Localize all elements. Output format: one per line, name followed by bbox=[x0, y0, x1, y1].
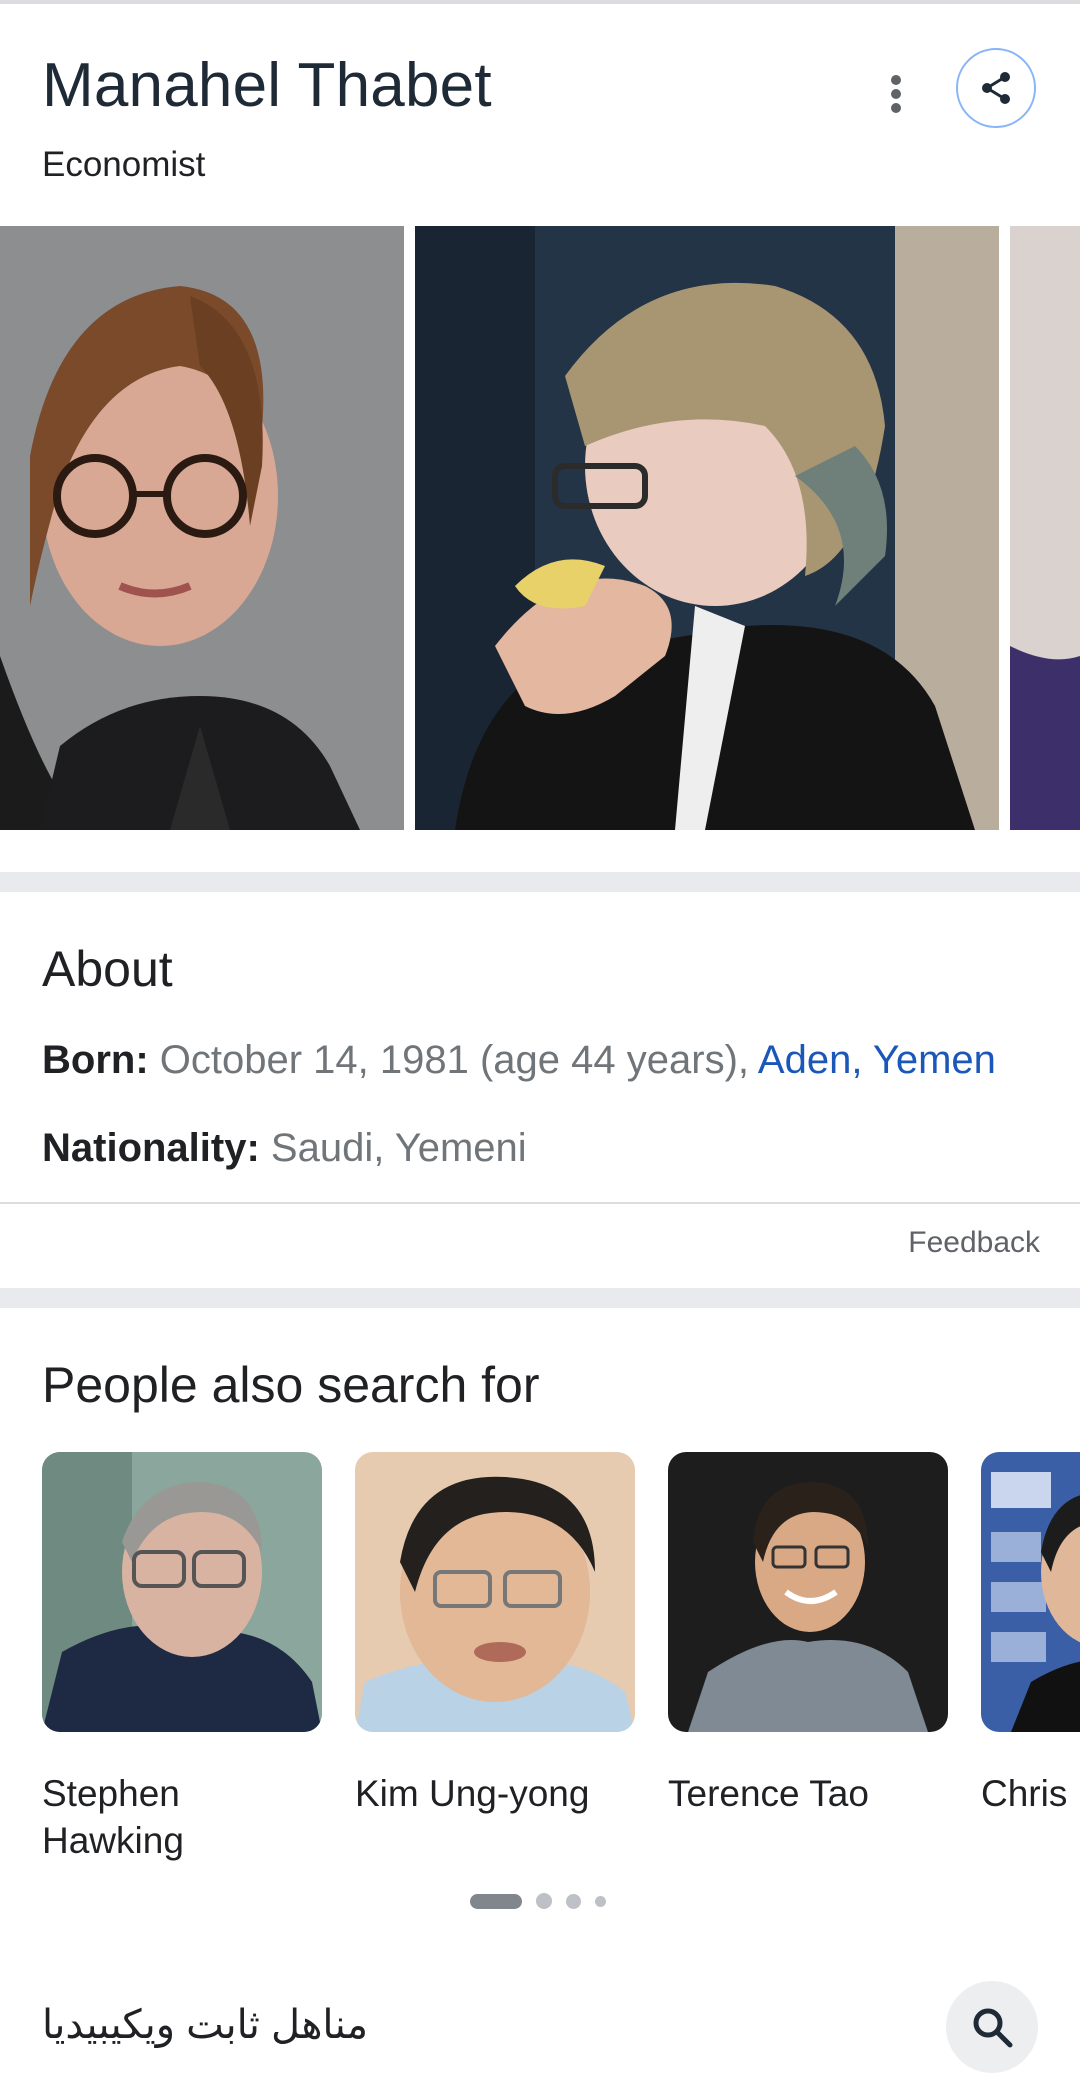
person-name[interactable]: Stephen Hawking bbox=[42, 1770, 322, 1864]
related-search-text[interactable]: مناهل ثابت ويكيبيديا bbox=[42, 2002, 368, 2048]
person-thumbnail[interactable] bbox=[981, 1452, 1080, 1732]
nationality-fact: Nationality: Saudi, Yemeni bbox=[42, 1126, 527, 1171]
search-icon bbox=[973, 2008, 1013, 2048]
person-name[interactable]: Chris bbox=[981, 1770, 1080, 1817]
more-vert-icon bbox=[891, 75, 901, 113]
share-button[interactable] bbox=[956, 48, 1036, 128]
top-border bbox=[0, 0, 1080, 4]
person-name[interactable]: Terence Tao bbox=[668, 1770, 948, 1817]
born-value: October 14, 1981 (age 44 years), bbox=[159, 1038, 750, 1082]
section-separator bbox=[0, 872, 1080, 892]
about-heading: About bbox=[42, 941, 173, 997]
born-place-link[interactable]: Aden, Yemen bbox=[758, 1038, 996, 1082]
entity-subtitle: Economist bbox=[42, 145, 206, 184]
nationality-value: Saudi, Yemeni bbox=[270, 1126, 527, 1170]
person-name[interactable]: Kim Ung-yong bbox=[355, 1770, 635, 1817]
person-thumbnail[interactable] bbox=[42, 1452, 322, 1732]
born-fact: Born: October 14, 1981 (age 44 years), A… bbox=[42, 1038, 996, 1083]
entity-photo-1[interactable] bbox=[0, 226, 404, 830]
entity-photo-3[interactable] bbox=[1010, 226, 1080, 830]
divider bbox=[0, 1202, 1080, 1204]
people-heading: People also search for bbox=[42, 1357, 540, 1413]
related-search-button[interactable] bbox=[946, 1981, 1038, 2073]
person-card[interactable]: Kim Ung-yong bbox=[355, 1452, 635, 1817]
page-dot-active[interactable] bbox=[470, 1893, 522, 1909]
entity-title: Manahel Thabet bbox=[42, 51, 492, 120]
entity-photo-2[interactable] bbox=[415, 226, 999, 830]
share-icon bbox=[982, 72, 1010, 104]
person-card[interactable]: Chris bbox=[981, 1452, 1080, 1817]
person-card[interactable]: Stephen Hawking bbox=[42, 1452, 322, 1864]
born-label: Born: bbox=[42, 1038, 149, 1082]
person-card[interactable]: Terence Tao bbox=[668, 1452, 948, 1817]
more-options-button[interactable] bbox=[872, 62, 920, 126]
person-thumbnail[interactable] bbox=[355, 1452, 635, 1732]
page-dot[interactable] bbox=[595, 1895, 606, 1907]
image-carousel[interactable] bbox=[0, 226, 1080, 830]
feedback-link[interactable]: Feedback bbox=[908, 1226, 1040, 1260]
page-dot[interactable] bbox=[566, 1893, 581, 1909]
nationality-label: Nationality: bbox=[42, 1126, 260, 1170]
section-separator bbox=[0, 1288, 1080, 1308]
page-dot[interactable] bbox=[536, 1893, 552, 1909]
carousel-pagination bbox=[470, 1893, 606, 1909]
person-thumbnail[interactable] bbox=[668, 1452, 948, 1732]
